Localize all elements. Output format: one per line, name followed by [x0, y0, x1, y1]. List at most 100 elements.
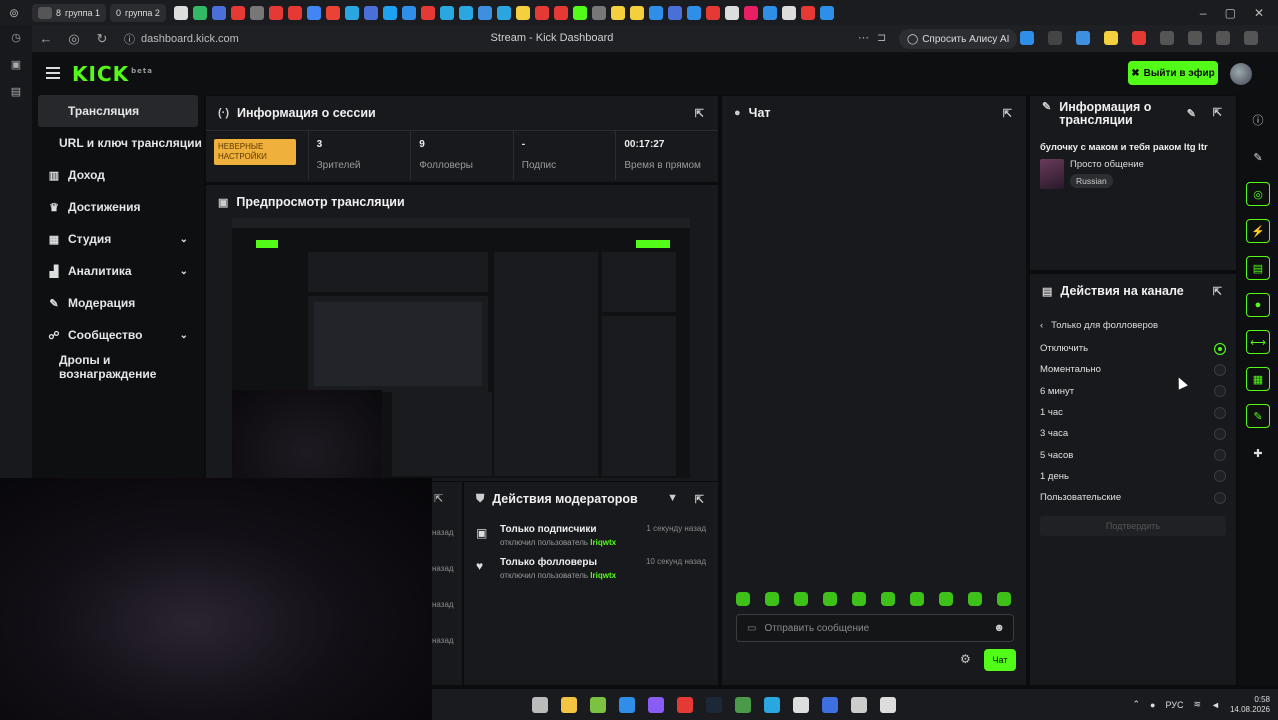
media-icon[interactable]: ▤: [11, 85, 21, 98]
folder-icon[interactable]: [561, 696, 577, 713]
mic-icon[interactable]: ●: [1150, 700, 1155, 710]
tab-favicon[interactable]: [686, 5, 701, 20]
tab-favicon[interactable]: [287, 5, 302, 20]
tab-favicon[interactable]: [344, 5, 359, 20]
tab-favicon[interactable]: [800, 5, 815, 20]
app-icon[interactable]: [851, 696, 867, 713]
tab-favicon[interactable]: [553, 5, 568, 20]
panel-icon[interactable]: ▣: [11, 58, 21, 71]
minimize-icon[interactable]: –: [1200, 6, 1207, 20]
confirm-button[interactable]: Подтвердить: [1040, 516, 1226, 537]
tab-favicon[interactable]: [648, 5, 663, 20]
chat-icon[interactable]: ●: [1246, 293, 1270, 317]
option-item[interactable]: 1 день: [1030, 466, 1236, 487]
filter-icon[interactable]: ▼: [667, 492, 678, 504]
tab-favicon[interactable]: [325, 5, 340, 20]
popout-icon[interactable]: ⇱: [1213, 107, 1222, 120]
tab-favicon[interactable]: [249, 5, 264, 20]
popout-icon[interactable]: ⇱: [1003, 107, 1012, 120]
tool-icon[interactable]: ◎: [1246, 182, 1270, 206]
option-item[interactable]: Моментально: [1030, 359, 1236, 380]
extension-icon[interactable]: [1160, 31, 1174, 45]
tab-favicon[interactable]: [439, 5, 454, 20]
reload-icon[interactable]: ↻: [88, 31, 116, 47]
chevron-up-icon[interactable]: ⌃: [1132, 699, 1140, 710]
emote-icon[interactable]: [881, 592, 895, 606]
tab-favicon[interactable]: [667, 5, 682, 20]
site-info-icon[interactable]: ⓘ: [124, 31, 135, 47]
sidebar-item-achievements[interactable]: ♛ Достижения: [32, 191, 204, 223]
emoji-icon[interactable]: ☻: [993, 622, 1005, 634]
document-icon[interactable]: ▤: [1246, 256, 1270, 280]
emote-icon[interactable]: [736, 592, 750, 606]
menu-icon[interactable]: [46, 67, 60, 82]
tab-favicon[interactable]: [477, 5, 492, 20]
language-indicator[interactable]: РУС: [1165, 700, 1183, 710]
history-icon[interactable]: ◷: [11, 31, 21, 44]
emote-icon[interactable]: [794, 592, 808, 606]
app-icon[interactable]: [590, 696, 606, 713]
app-icon[interactable]: [619, 696, 635, 713]
popout-icon[interactable]: ⇱: [434, 492, 443, 505]
bookmark-icon[interactable]: ⊐: [877, 31, 886, 44]
radio[interactable]: [1214, 470, 1226, 483]
extension-icon[interactable]: [1048, 31, 1062, 45]
tab-favicon[interactable]: [781, 5, 796, 20]
tab-favicon-active[interactable]: [572, 5, 587, 20]
back-button[interactable]: ‹ Только для фолловеров: [1040, 320, 1158, 331]
tab-favicon[interactable]: [268, 5, 283, 20]
app-icon[interactable]: [880, 696, 896, 713]
option-item[interactable]: Отключить: [1030, 338, 1236, 359]
wifi-icon[interactable]: ≋: [1193, 699, 1201, 710]
radio[interactable]: [1214, 427, 1226, 440]
volume-icon[interactable]: ◄: [1211, 700, 1220, 710]
extension-icon[interactable]: [1076, 31, 1090, 45]
tab-favicon[interactable]: [515, 5, 530, 20]
extension-icon[interactable]: [1104, 31, 1118, 45]
sidebar-item-income[interactable]: ▥ Доход: [32, 159, 204, 191]
kick-logo[interactable]: KICK beta: [72, 62, 153, 86]
extension-icon[interactable]: [1132, 31, 1146, 45]
puzzle-icon[interactable]: ✚: [1246, 441, 1270, 465]
tab-favicon[interactable]: [819, 5, 834, 20]
radio[interactable]: [1214, 449, 1226, 462]
chat-send-button[interactable]: Чат: [984, 649, 1016, 671]
sidebar-item-moderation[interactable]: ✎ Модерация: [32, 287, 204, 319]
go-live-button[interactable]: ✖ Выйти в эфир: [1128, 61, 1218, 85]
extension-icon[interactable]: [1216, 31, 1230, 45]
download-icon[interactable]: [1244, 31, 1258, 45]
popout-icon[interactable]: ⇱: [695, 493, 704, 506]
emote-icon[interactable]: [939, 592, 953, 606]
lightning-icon[interactable]: ⚡: [1246, 219, 1270, 243]
option-item[interactable]: 1 час: [1030, 402, 1236, 423]
status-badge[interactable]: НЕВЕРНЫЕ НАСТРОЙКИ: [214, 139, 296, 165]
emote-icon[interactable]: [910, 592, 924, 606]
home-icon[interactable]: ◎: [60, 31, 88, 47]
tab-favicon[interactable]: [610, 5, 625, 20]
close-icon[interactable]: ✕: [1254, 6, 1264, 20]
tab-group-1[interactable]: 8 группа 1: [32, 3, 106, 22]
extension-icon[interactable]: [1188, 31, 1202, 45]
app-icon[interactable]: [648, 696, 664, 713]
option-item[interactable]: 5 часов: [1030, 444, 1236, 465]
panel-icon[interactable]: ▦: [1246, 367, 1270, 391]
tab-group-2[interactable]: 0 группа 2: [109, 3, 166, 22]
radio[interactable]: [1214, 406, 1226, 419]
sidebar-item-studio[interactable]: ▦ Студия ⌄: [32, 223, 204, 255]
steam-icon[interactable]: [706, 696, 722, 713]
emote-icon[interactable]: [997, 592, 1011, 606]
app-icon[interactable]: [822, 696, 838, 713]
emote-icon[interactable]: [968, 592, 982, 606]
tab-favicon[interactable]: [705, 5, 720, 20]
tab-favicon[interactable]: [401, 5, 416, 20]
sidebar-item-drops[interactable]: Дропы и вознаграждение: [32, 351, 204, 383]
sidebar-item-analytics[interactable]: ▟ Аналитика ⌄: [32, 255, 204, 287]
info-icon[interactable]: ⓘ: [1246, 108, 1270, 132]
emote-icon[interactable]: [852, 592, 866, 606]
more-icon[interactable]: ⋯: [858, 31, 869, 44]
wrench-icon[interactable]: ✎: [1246, 404, 1270, 428]
pencil-icon[interactable]: ✎: [1246, 145, 1270, 169]
workspace-icon[interactable]: ⊚: [0, 0, 28, 25]
tab-favicon[interactable]: [629, 5, 644, 20]
option-item[interactable]: 3 часа: [1030, 423, 1236, 444]
